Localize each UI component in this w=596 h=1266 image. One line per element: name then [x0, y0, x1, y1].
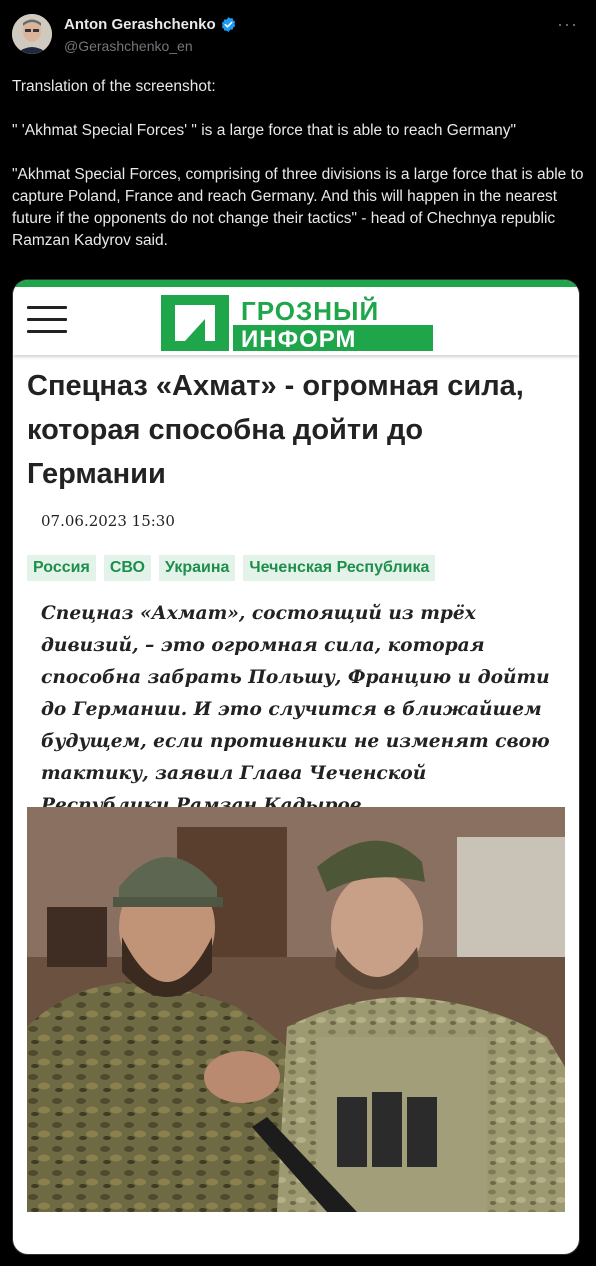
tag-ukraine[interactable]: Украина — [158, 555, 236, 581]
tweet: Anton Gerashchenko @Gerashchenko_en ··· … — [0, 0, 596, 1266]
site-logo[interactable]: ГРОЗНЫЙ ИНФОРМ — [161, 295, 433, 353]
avatar[interactable] — [12, 14, 52, 54]
svg-text:ИНФОРМ: ИНФОРМ — [241, 326, 356, 351]
tag-russia[interactable]: Россия — [27, 555, 96, 581]
hamburger-icon[interactable] — [27, 306, 67, 334]
more-icon[interactable]: ··· — [557, 14, 578, 35]
author-name-row[interactable]: Anton Gerashchenko — [64, 16, 237, 33]
author-name[interactable]: Anton Gerashchenko — [64, 16, 216, 33]
article-tags: Россия СВО Украина Чеченская Республика — [27, 555, 436, 581]
media-image[interactable]: ГРОЗНЫЙ ИНФОРМ Спецназ «Ахмат» - огромна… — [12, 279, 580, 1255]
article-photo — [27, 807, 565, 1212]
article-headline: Спецназ «Ахмат» - огромная сила, которая… — [27, 370, 524, 490]
tag-svo[interactable]: СВО — [103, 555, 151, 581]
article-lead: Спецназ «Ахмат», состоящий из трёх дивиз… — [41, 603, 550, 816]
verified-icon — [220, 16, 237, 33]
article-date: 07.06.2023 15:30 — [41, 512, 175, 530]
site-header: ГРОЗНЫЙ ИНФОРМ — [13, 287, 579, 355]
site-top-stripe — [13, 280, 579, 287]
tweet-text: Translation of the screenshot: " 'Akhmat… — [12, 78, 584, 249]
svg-text:ГРОЗНЫЙ: ГРОЗНЫЙ — [241, 296, 379, 326]
tag-chechen-republic[interactable]: Чеченская Республика — [243, 555, 436, 581]
author-handle[interactable]: @Gerashchenko_en — [64, 38, 193, 54]
